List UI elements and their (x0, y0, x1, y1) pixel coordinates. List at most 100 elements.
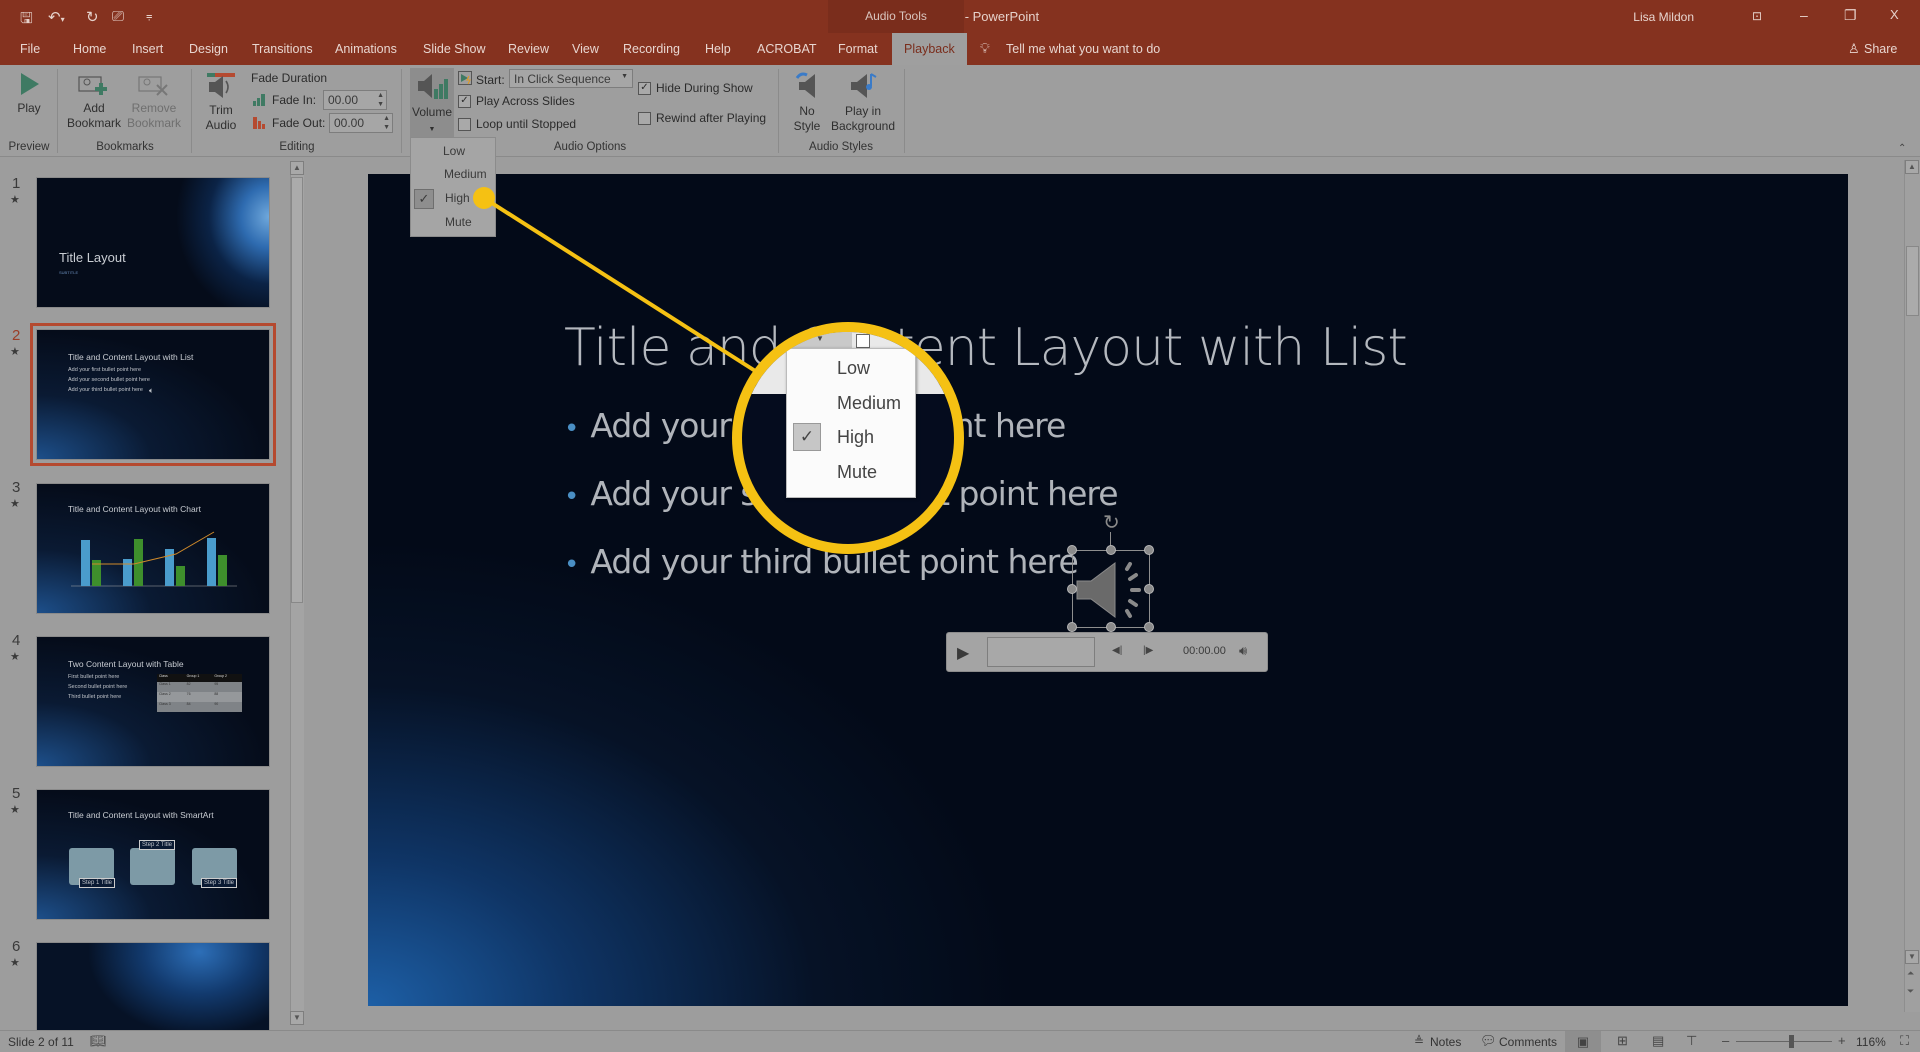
player-progress[interactable] (987, 637, 1095, 667)
spinner-arrows-icon[interactable]: ▲ ▼ (383, 114, 390, 132)
slide-thumbnail-2[interactable]: Title and Content Layout with List Add y… (30, 323, 276, 466)
tab-insert[interactable]: Insert (132, 42, 163, 56)
slide-thumbnail-5[interactable]: Title and Content Layout with SmartArt S… (36, 789, 270, 920)
resize-handle[interactable] (1067, 545, 1077, 555)
magnified-volume-menu: Low Medium ✓ High Mute (786, 348, 916, 498)
animation-star-icon: ★ (10, 194, 20, 206)
no-style-button[interactable]: No Style (786, 70, 828, 134)
tab-view[interactable]: View (572, 42, 599, 56)
slide-show-icon[interactable]: ⊤ (1686, 1033, 1697, 1049)
thumbnail-chart (71, 531, 237, 587)
share-icon: ♙ (1848, 41, 1860, 56)
resize-handle[interactable] (1144, 545, 1154, 555)
fade-in-spinner[interactable]: 00.00 ▲ ▼ (323, 90, 387, 110)
resize-handle[interactable] (1144, 622, 1154, 632)
fit-slide-icon[interactable]: ⛶ (1900, 1033, 1909, 1049)
start-dropdown[interactable]: In Click Sequence ▼ (509, 69, 633, 88)
slide-sorter-icon[interactable]: ⊞ (1617, 1033, 1628, 1049)
tab-review[interactable]: Review (508, 42, 549, 56)
play-button[interactable]: Play (10, 71, 48, 116)
audio-object[interactable] (1067, 545, 1154, 632)
rewind-after-playing-checkbox[interactable]: Rewind after Playing (638, 111, 766, 125)
slide-canvas[interactable]: Title and Content Layout with List • Add … (368, 174, 1848, 1006)
hide-during-show-checkbox[interactable]: ✓ Hide During Show (638, 81, 753, 95)
volume-option-low[interactable]: Low (443, 144, 465, 158)
slide-thumbnail-4[interactable]: Two Content Layout with Table First bull… (36, 636, 270, 767)
fade-out-spinner[interactable]: 00.00 ▲ ▼ (329, 113, 393, 133)
tab-help[interactable]: Help (705, 42, 731, 56)
tab-transitions[interactable]: Transitions (252, 42, 313, 56)
thumbnail-scrollbar[interactable]: ▲ ▼ (290, 161, 304, 1025)
previous-slide-icon[interactable]: ⏶ (1907, 968, 1914, 979)
tab-animations[interactable]: Animations (335, 42, 397, 56)
scroll-up-icon[interactable]: ▲ (1905, 160, 1919, 174)
minimize-button[interactable]: – (1800, 7, 1808, 23)
volume-option-high[interactable]: High (445, 191, 470, 205)
play-in-background-button[interactable]: Play in Background (830, 70, 896, 134)
player-play-icon[interactable]: ▶ (957, 643, 969, 663)
resize-handle[interactable] (1067, 584, 1077, 594)
volume-button[interactable]: Volume ▼ (410, 68, 454, 138)
ribbon-display-icon[interactable]: ⊡ (1752, 9, 1762, 23)
resize-handle[interactable] (1067, 622, 1077, 632)
thumbnail-number: 2 (12, 327, 21, 344)
slide-thumbnail-1[interactable]: Title Layout SUBTITLE (36, 177, 270, 308)
zoom-out-icon[interactable]: – (1722, 1033, 1729, 1048)
share-button[interactable]: Share (1864, 42, 1897, 56)
spell-check-icon[interactable]: 📖︎ (90, 1033, 107, 1049)
volume-option-mute[interactable]: Mute (445, 215, 472, 229)
remove-bookmark-button[interactable]: Remove Bookmark (124, 73, 184, 131)
loop-until-stopped-checkbox[interactable]: Loop until Stopped (458, 117, 576, 131)
tab-recording[interactable]: Recording (623, 42, 680, 56)
close-button[interactable]: X (1890, 7, 1899, 22)
spinner-arrows-icon[interactable]: ▲ ▼ (377, 91, 384, 109)
resize-handle[interactable] (1106, 622, 1116, 632)
slide-scrollbar[interactable]: ▲ ▼ ⏶ ⏷ (1904, 160, 1920, 1012)
user-name[interactable]: Lisa Mildon (1633, 10, 1694, 24)
normal-view-icon[interactable]: ▣ (1565, 1031, 1601, 1052)
resize-handle[interactable] (1144, 584, 1154, 594)
tab-file[interactable]: File (20, 42, 40, 56)
slide-title[interactable]: Title and Content Layout with List (564, 318, 1408, 378)
checkbox-unchecked[interactable] (458, 117, 471, 131)
reading-view-icon[interactable]: ▤ (1652, 1033, 1664, 1049)
comments-button[interactable]: Comments (1499, 1035, 1557, 1049)
collapse-ribbon-icon[interactable]: ⌃ (1898, 143, 1906, 154)
player-volume-icon[interactable]: 🔊︎ (1239, 643, 1247, 659)
restore-button[interactable]: ❐ (1844, 7, 1857, 24)
tab-design[interactable]: Design (189, 42, 228, 56)
zoom-in-icon[interactable]: + (1838, 1033, 1846, 1048)
slide-thumbnail-6[interactable] (36, 942, 270, 1032)
tab-acrobat[interactable]: ACROBAT (757, 42, 817, 56)
add-bookmark-button[interactable]: Add Bookmark (66, 73, 122, 131)
scroll-down-icon[interactable]: ▼ (290, 1011, 304, 1025)
scrollbar-thumb[interactable] (1906, 246, 1919, 316)
scroll-down-icon[interactable]: ▼ (1905, 950, 1919, 964)
tab-format[interactable]: Format (838, 42, 878, 56)
rotate-handle-icon[interactable]: ↻ (1103, 510, 1120, 535)
tab-playback[interactable]: Playback (892, 33, 967, 65)
zoom-slider-track[interactable] (1736, 1041, 1832, 1042)
slide-thumbnail-3[interactable]: Title and Content Layout with Chart (36, 483, 270, 614)
skip-forward-icon[interactable]: |▶ (1143, 645, 1153, 656)
checkbox-unchecked[interactable] (638, 111, 651, 125)
next-slide-icon[interactable]: ⏷ (1907, 986, 1914, 997)
zoom-level[interactable]: 116% (1856, 1035, 1886, 1049)
status-bar: Slide 2 of 11 📖︎ ≜ Notes 💬︎ Comments ▣ ⊞… (0, 1030, 1920, 1052)
scroll-up-icon[interactable]: ▲ (290, 161, 304, 175)
checkbox-checked[interactable]: ✓ (458, 94, 471, 108)
resize-handle[interactable] (1106, 545, 1116, 555)
notes-button[interactable]: Notes (1430, 1035, 1461, 1049)
tell-me-input[interactable]: Tell me what you want to do (1006, 42, 1160, 56)
comments-icon: 💬︎ (1480, 1033, 1497, 1048)
add-bookmark-icon (78, 76, 107, 95)
zoom-slider-thumb[interactable] (1789, 1035, 1794, 1048)
trim-audio-button[interactable]: Trim Audio (200, 71, 242, 133)
scrollbar-thumb[interactable] (291, 177, 303, 603)
tab-slide-show[interactable]: Slide Show (423, 42, 486, 56)
volume-option-medium[interactable]: Medium (444, 167, 487, 181)
checkbox-checked[interactable]: ✓ (638, 81, 651, 95)
tab-home[interactable]: Home (73, 42, 106, 56)
play-across-slides-checkbox[interactable]: ✓ Play Across Slides (458, 94, 575, 108)
skip-back-icon[interactable]: ◀| (1112, 645, 1122, 656)
